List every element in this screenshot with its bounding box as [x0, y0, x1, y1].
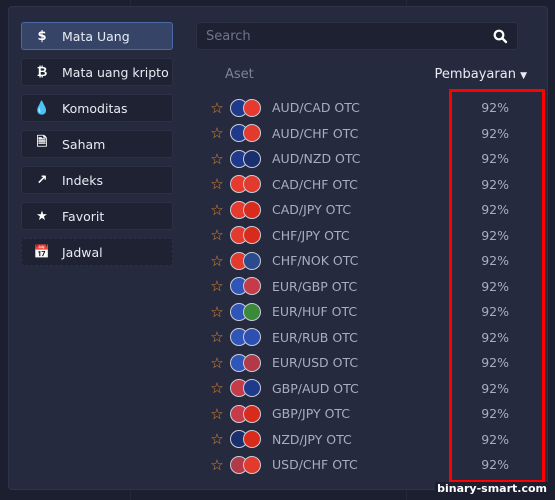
favorite-star-icon[interactable]: ☆: [204, 226, 230, 244]
flag-jpy-icon: [243, 200, 261, 219]
asset-name: USD/CHF OTC: [272, 457, 358, 473]
favorite-star-icon[interactable]: ☆: [204, 124, 230, 142]
favorite-star-icon[interactable]: ☆: [204, 201, 230, 219]
flag-jpy-icon: [243, 430, 261, 449]
flag-nok-icon: [243, 251, 261, 270]
asset-name: GBP/JPY OTC: [272, 406, 351, 422]
asset-name: CHF/NOK OTC: [272, 253, 359, 269]
asset-name: AUD/CHF OTC: [272, 125, 359, 141]
favorite-star-icon[interactable]: ☆: [204, 150, 230, 168]
favorite-star-icon[interactable]: ☆: [204, 277, 230, 295]
sidebar-item-indeks[interactable]: ↗ Indeks: [21, 166, 173, 194]
currency-flags: [230, 251, 266, 270]
flag-rub-icon: [243, 328, 261, 347]
sidebar-item-mata-uang[interactable]: $ Mata Uang: [21, 22, 173, 50]
column-header-asset: Aset: [225, 67, 254, 82]
favorite-star-icon[interactable]: ☆: [204, 354, 230, 372]
caret-down-icon: ▼: [520, 71, 527, 81]
currency-flags: [230, 124, 266, 143]
asset-name: GBP/AUD OTC: [272, 380, 359, 396]
sidebar-item-mata-uang-kripto[interactable]: ₿ Mata uang kripto: [21, 58, 173, 86]
star-icon: ★: [36, 208, 48, 224]
calendar-icon: 📅: [33, 244, 51, 260]
favorite-star-icon[interactable]: ☆: [204, 252, 230, 270]
currency-flags: [230, 302, 266, 321]
favorite-star-icon[interactable]: ☆: [204, 175, 230, 193]
sidebar-item-jadwal[interactable]: 📅 Jadwal: [21, 238, 173, 266]
currency-flags: [230, 379, 266, 398]
search-icon[interactable]: [493, 29, 508, 44]
flag-chf-icon: [243, 455, 261, 474]
favorite-star-icon[interactable]: ☆: [204, 379, 230, 397]
column-header-payout: Pembayaran: [434, 67, 516, 82]
drop-icon: 💧: [33, 100, 51, 116]
flag-nzd-icon: [243, 149, 261, 168]
sidebar-item-label: Saham: [62, 136, 106, 152]
asset-name: AUD/NZD OTC: [272, 151, 361, 167]
search-box: [196, 22, 518, 50]
sidebar-item-label: Indeks: [62, 172, 103, 188]
currency-flags: [230, 226, 266, 245]
search-input[interactable]: [197, 23, 517, 49]
trend-up-icon: ↗: [36, 172, 48, 188]
flag-huf-icon: [243, 302, 261, 321]
currency-flags: [230, 430, 266, 449]
asset-name: EUR/GBP OTC: [272, 278, 358, 294]
favorite-star-icon[interactable]: ☆: [204, 99, 230, 117]
currency-flags: [230, 175, 266, 194]
currency-flags: [230, 404, 266, 423]
sidebar-item-label: Mata uang kripto: [62, 64, 169, 80]
sidebar-item-saham[interactable]: 🗎 Saham: [21, 130, 173, 158]
asset-name: EUR/RUB OTC: [272, 329, 358, 345]
favorite-star-icon[interactable]: ☆: [204, 328, 230, 346]
category-sidebar: $ Mata Uang ₿ Mata uang kripto 💧 Komoditas 🗎 Sa…: [21, 22, 173, 274]
favorite-star-icon[interactable]: ☆: [204, 430, 230, 448]
favorite-star-icon[interactable]: ☆: [204, 405, 230, 423]
document-icon: 🗎: [36, 135, 48, 150]
flag-chf-icon: [243, 175, 261, 194]
sort-by-payout[interactable]: Pembayaran ▼: [434, 67, 527, 82]
bitcoin-icon: ₿: [36, 65, 48, 80]
asset-name: AUD/CAD OTC: [272, 100, 360, 116]
currency-flags: [230, 149, 266, 168]
flag-jpy-icon: [243, 226, 261, 245]
flag-usd-icon: [243, 353, 261, 372]
sidebar-item-komoditas[interactable]: 💧 Komoditas: [21, 94, 173, 122]
favorite-star-icon[interactable]: ☆: [204, 456, 230, 474]
flag-gbp-icon: [243, 277, 261, 296]
favorite-star-icon[interactable]: ☆: [204, 303, 230, 321]
dollar-icon: $: [37, 28, 47, 44]
asset-name: CAD/CHF OTC: [272, 176, 358, 192]
flag-chf-icon: [243, 124, 261, 143]
sidebar-item-label: Mata Uang: [62, 28, 130, 44]
currency-flags: [230, 277, 266, 296]
currency-flags: [230, 455, 266, 474]
watermark: binary-smart.com: [435, 482, 549, 495]
sidebar-item-label: Komoditas: [62, 100, 128, 116]
asset-name: CHF/JPY OTC: [272, 227, 350, 243]
flag-jpy-icon: [243, 404, 261, 423]
flag-cad-icon: [243, 98, 261, 117]
asset-name: EUR/HUF OTC: [272, 304, 358, 320]
currency-flags: [230, 353, 266, 372]
sidebar-item-favorit[interactable]: ★ Favorit: [21, 202, 173, 230]
highlight-box: [449, 89, 545, 483]
asset-name: CAD/JPY OTC: [272, 202, 352, 218]
currency-flags: [230, 328, 266, 347]
asset-name: NZD/JPY OTC: [272, 431, 352, 447]
sidebar-item-label: Jadwal: [62, 244, 103, 260]
currency-flags: [230, 98, 266, 117]
sidebar-item-label: Favorit: [62, 208, 105, 224]
asset-name: EUR/USD OTC: [272, 355, 359, 371]
flag-aud-icon: [243, 379, 261, 398]
currency-flags: [230, 200, 266, 219]
